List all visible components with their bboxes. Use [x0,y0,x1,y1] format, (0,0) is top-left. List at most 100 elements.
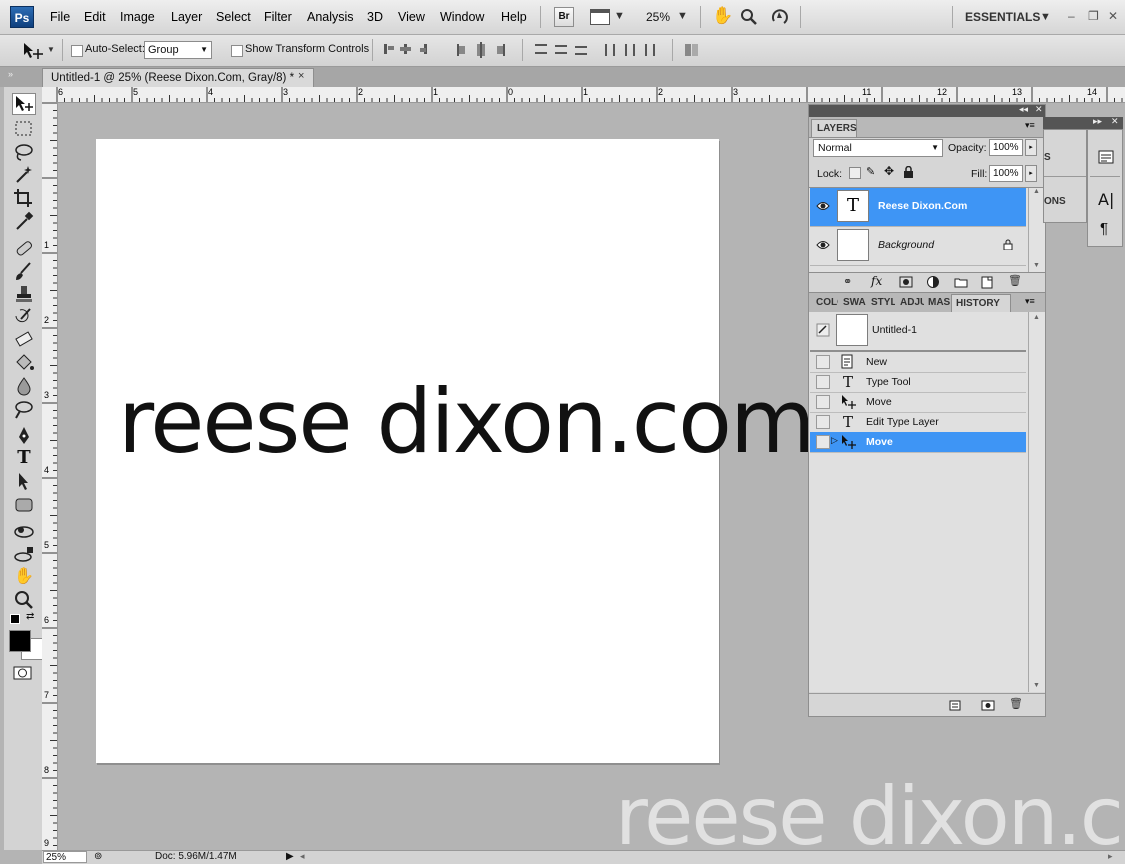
move-tool-icon[interactable] [22,41,46,61]
tab-color[interactable]: COLO [816,297,838,308]
new-document-from-state-icon[interactable] [949,700,961,711]
close-icon[interactable]: ✕ [1108,9,1118,23]
align-centers-icons[interactable] [455,42,515,58]
opacity-field[interactable]: 100% [989,139,1023,156]
collapse-icon[interactable]: ◂◂ [1019,104,1028,115]
foreground-color-swatch[interactable] [9,630,31,652]
auto-select-checkbox[interactable] [71,45,83,57]
character-panel-icon[interactable]: A| [1098,190,1114,209]
tool-presets-icon[interactable] [1096,148,1116,168]
hand-tool-icon[interactable]: ✋ [12,566,36,588]
lock-position-icon[interactable]: ✥ [884,164,894,178]
restore-icon[interactable]: ❐ [1088,9,1099,23]
crop-tool-icon[interactable] [12,187,36,209]
history-source-checkbox[interactable] [816,375,830,389]
menu-edit[interactable]: Edit [84,10,106,24]
history-source-checkbox[interactable] [816,415,830,429]
scroll-right-icon[interactable]: ▸ [1108,851,1113,862]
adjustment-layer-icon[interactable] [926,275,940,289]
history-brush-icon[interactable] [12,306,36,328]
close-tab-icon[interactable]: × [298,70,304,82]
history-source-checkbox[interactable] [816,435,830,449]
layer-name[interactable]: Reese Dixon.Com [878,200,967,212]
align-edges-icons[interactable] [382,42,442,58]
paragraph-panel-icon[interactable]: ¶ [1100,220,1108,237]
fill-slider-toggle[interactable]: ▸ [1025,165,1037,182]
layer-mask-icon[interactable] [899,276,913,288]
chevron-down-icon[interactable]: ▼ [677,10,688,22]
brush-tool-icon[interactable] [12,260,36,282]
tab-adjustments[interactable]: ADJU [900,297,924,308]
workspace-switcher[interactable]: ESSENTIALS [965,10,1040,24]
tab-styles[interactable]: STYL [871,297,895,308]
trash-icon[interactable]: 🗑 [1008,274,1022,287]
menu-analysis[interactable]: Analysis [307,10,354,24]
dodge-tool-icon[interactable] [12,398,36,420]
magic-wand-icon[interactable] [12,164,36,186]
menu-3d[interactable]: 3D [367,10,383,24]
menu-window[interactable]: Window [440,10,484,24]
distribute-horizontal-icons[interactable] [603,42,663,58]
new-snapshot-icon[interactable] [981,699,995,711]
panel-menu-icon[interactable]: ▾≡ [1025,120,1035,131]
lock-pixels-icon[interactable]: ✎ [866,165,875,178]
blend-mode-select[interactable]: Normal ▼ [813,139,943,157]
fill-field[interactable]: 100% [989,165,1023,182]
canvas-text-layer[interactable]: reese dixon.com [118,370,816,473]
document-tab[interactable]: Untitled-1 @ 25% (Reese Dixon.Com, Gray/… [42,68,314,87]
show-transform-checkbox[interactable] [231,45,243,57]
history-step[interactable]: New [810,352,1026,373]
visibility-eye-icon[interactable] [816,200,830,212]
close-icon[interactable]: ✕ [1111,116,1119,127]
menu-file[interactable]: File [50,10,70,24]
scroll-down-icon[interactable]: ▼ [1033,262,1040,269]
auto-select-dropdown[interactable]: Group ▼ [144,41,212,59]
expand-icon[interactable]: ▸▸ [1093,116,1102,127]
hand-tool-icon[interactable]: ✋ [712,6,733,26]
menu-filter[interactable]: Filter [264,10,292,24]
pen-tool-icon[interactable] [12,425,36,447]
menu-layer[interactable]: Layer [171,10,202,24]
layer-style-icon[interactable]: fx [871,274,882,288]
scroll-down-icon[interactable]: ▼ [1033,682,1040,689]
chevron-down-icon[interactable]: ▼ [1040,11,1051,23]
history-step[interactable]: Move [810,392,1026,413]
link-layers-icon[interactable]: ⚭ [843,275,852,288]
new-layer-icon[interactable] [981,275,993,289]
eyedropper-tool-icon[interactable] [12,210,36,232]
history-snapshot[interactable]: Untitled-1 [810,312,1026,352]
blur-tool-icon[interactable] [12,375,36,397]
minimize-icon[interactable]: – [1068,9,1075,23]
new-group-icon[interactable] [954,276,968,288]
panel-menu-icon[interactable]: ▾≡ [1025,296,1035,307]
menu-image[interactable]: Image [120,10,155,24]
path-selection-icon[interactable] [12,471,36,493]
zoom-tool-icon[interactable] [740,8,758,26]
scroll-up-icon[interactable]: ▲ [1033,314,1040,321]
move-tool-icon[interactable] [12,93,36,115]
type-tool-icon[interactable]: T [12,447,36,469]
lock-transparency-icon[interactable] [849,167,861,179]
history-brush-source-icon[interactable] [816,323,830,337]
dock-item-label[interactable]: S [1044,152,1051,163]
tab-swatches[interactable]: SWA [843,297,867,308]
visibility-eye-icon[interactable] [816,239,830,251]
status-info-icon[interactable]: ⊚ [94,851,102,862]
trash-icon[interactable]: 🗑 [1009,697,1023,710]
zoom-tool-icon[interactable] [12,589,36,611]
marquee-tool-icon[interactable] [12,118,36,140]
history-source-checkbox[interactable] [816,355,830,369]
scroll-left-icon[interactable]: ◂ [300,851,305,862]
history-source-checkbox[interactable] [816,395,830,409]
quick-mask-icon[interactable] [13,665,33,681]
zoom-level-select[interactable]: 25% [646,10,670,24]
menu-help[interactable]: Help [501,10,527,24]
current-state-slider-icon[interactable]: ▷ [831,435,838,446]
rotate-view-icon[interactable] [770,7,790,27]
view-extras-icon[interactable] [590,9,610,25]
history-step[interactable]: T Edit Type Layer [810,412,1026,433]
auto-align-layers-icon[interactable] [682,42,702,58]
menu-view[interactable]: View [398,10,425,24]
zoom-field[interactable]: 25% [43,851,87,863]
default-colors-icon[interactable] [10,614,20,624]
